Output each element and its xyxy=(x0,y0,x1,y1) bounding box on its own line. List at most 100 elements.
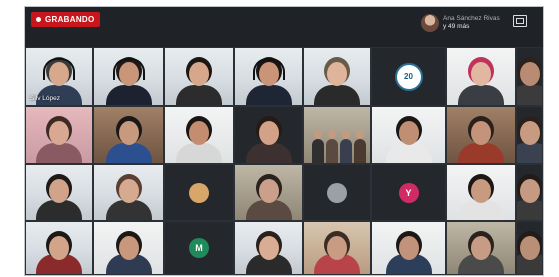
participant-tile[interactable] xyxy=(516,221,543,275)
participant-tile[interactable] xyxy=(303,164,371,221)
participant-tile[interactable]: Y xyxy=(371,164,446,221)
participant-body xyxy=(458,85,504,105)
participant-tile[interactable] xyxy=(234,106,303,164)
participant-body xyxy=(245,85,292,105)
headset-icon xyxy=(43,58,75,80)
participant-tile[interactable] xyxy=(164,47,234,106)
presenter-avatar xyxy=(421,14,439,32)
participant-face xyxy=(49,179,69,203)
group-participant-face xyxy=(314,130,322,139)
participant-tile[interactable] xyxy=(446,164,516,221)
participant-tile[interactable] xyxy=(303,221,371,275)
participant-body xyxy=(517,143,542,163)
participant-tile[interactable] xyxy=(446,106,516,164)
participant-tile[interactable] xyxy=(446,221,516,275)
participant-body xyxy=(245,200,292,220)
participant-face xyxy=(327,236,347,260)
record-dot-icon xyxy=(36,17,41,22)
participant-face xyxy=(471,62,491,86)
participant-face xyxy=(258,121,279,145)
participant-body xyxy=(176,85,222,105)
headset-icon xyxy=(252,58,285,80)
participant-face xyxy=(519,62,540,86)
participant-face xyxy=(327,62,347,86)
participant-tile[interactable] xyxy=(234,164,303,221)
participant-tile[interactable] xyxy=(371,106,446,164)
participant-avatar xyxy=(327,182,347,203)
participant-tile[interactable] xyxy=(93,106,164,164)
group-participant xyxy=(340,139,352,163)
participant-face xyxy=(471,121,491,145)
participant-tile[interactable] xyxy=(516,106,543,164)
participant-body xyxy=(245,143,292,163)
participant-grid: Silv López 20 Y M xyxy=(25,47,543,275)
participant-body xyxy=(458,143,504,163)
layout-toggle-icon[interactable] xyxy=(513,15,527,27)
group-participant-face xyxy=(342,130,350,139)
group-participant-face xyxy=(328,130,336,139)
participant-body xyxy=(36,200,82,220)
presenter-info: Ana Sánchez Rivas y 49 más xyxy=(421,10,500,36)
participant-tile[interactable] xyxy=(371,221,446,275)
presenter-subtitle: y 49 más xyxy=(443,23,470,30)
participant-body xyxy=(517,85,542,105)
organization-logo: 20 xyxy=(394,62,423,91)
video-call-window: GRABANDO Ana Sánchez Rivas y 49 más Silv… xyxy=(24,6,544,276)
participant-body xyxy=(517,200,542,220)
participant-face xyxy=(258,236,279,260)
participant-face xyxy=(49,236,69,260)
participant-face xyxy=(398,236,419,260)
group-participant xyxy=(354,139,366,163)
participant-tile[interactable] xyxy=(25,164,93,221)
participant-tile[interactable] xyxy=(93,221,164,275)
participant-face xyxy=(471,179,491,203)
participant-face xyxy=(118,236,139,260)
participant-face xyxy=(519,236,540,260)
participant-tile[interactable] xyxy=(25,106,93,164)
participant-body xyxy=(458,200,504,220)
participant-tile[interactable] xyxy=(516,47,543,106)
participant-tile[interactable] xyxy=(93,47,164,106)
participant-face xyxy=(189,62,209,86)
participant-avatar: M xyxy=(189,238,209,258)
participant-body xyxy=(314,85,360,105)
participant-body xyxy=(105,143,152,163)
participant-face xyxy=(49,121,69,145)
participant-tile[interactable]: Silv López xyxy=(25,47,93,106)
participant-body xyxy=(105,200,152,220)
participant-body xyxy=(176,143,222,163)
participant-face xyxy=(471,236,491,260)
participant-body xyxy=(385,143,432,163)
participant-avatar: Y xyxy=(398,182,419,203)
participant-face xyxy=(118,179,139,203)
participant-tile[interactable] xyxy=(234,47,303,106)
participant-tile[interactable] xyxy=(164,106,234,164)
headset-icon xyxy=(112,58,145,80)
participant-face xyxy=(189,121,209,145)
recording-label: GRABANDO xyxy=(45,15,95,24)
participant-tile[interactable]: M xyxy=(164,221,234,275)
presenter-name: Ana Sánchez Rivas xyxy=(443,15,500,22)
participant-tile[interactable]: 20 xyxy=(371,47,446,106)
participant-tile[interactable] xyxy=(164,164,234,221)
participant-tile[interactable] xyxy=(93,164,164,221)
top-bar: GRABANDO Ana Sánchez Rivas y 49 más xyxy=(25,7,543,47)
participant-face xyxy=(118,121,139,145)
participant-tile[interactable] xyxy=(25,221,93,275)
participant-tile[interactable] xyxy=(234,221,303,275)
participant-tile[interactable] xyxy=(303,47,371,106)
participant-name-label: Silv López xyxy=(30,95,60,102)
participant-body xyxy=(105,85,152,105)
participant-face xyxy=(519,121,540,145)
group-participant-face xyxy=(356,130,364,139)
group-participant xyxy=(312,139,324,163)
participant-tile[interactable] xyxy=(516,164,543,221)
participant-face xyxy=(519,179,540,203)
participant-face xyxy=(398,121,419,145)
participant-tile[interactable] xyxy=(303,106,371,164)
participant-tile[interactable] xyxy=(446,47,516,106)
group-participant xyxy=(326,139,338,163)
participant-face xyxy=(258,179,279,203)
participant-body xyxy=(36,143,82,163)
recording-indicator: GRABANDO xyxy=(31,12,100,27)
